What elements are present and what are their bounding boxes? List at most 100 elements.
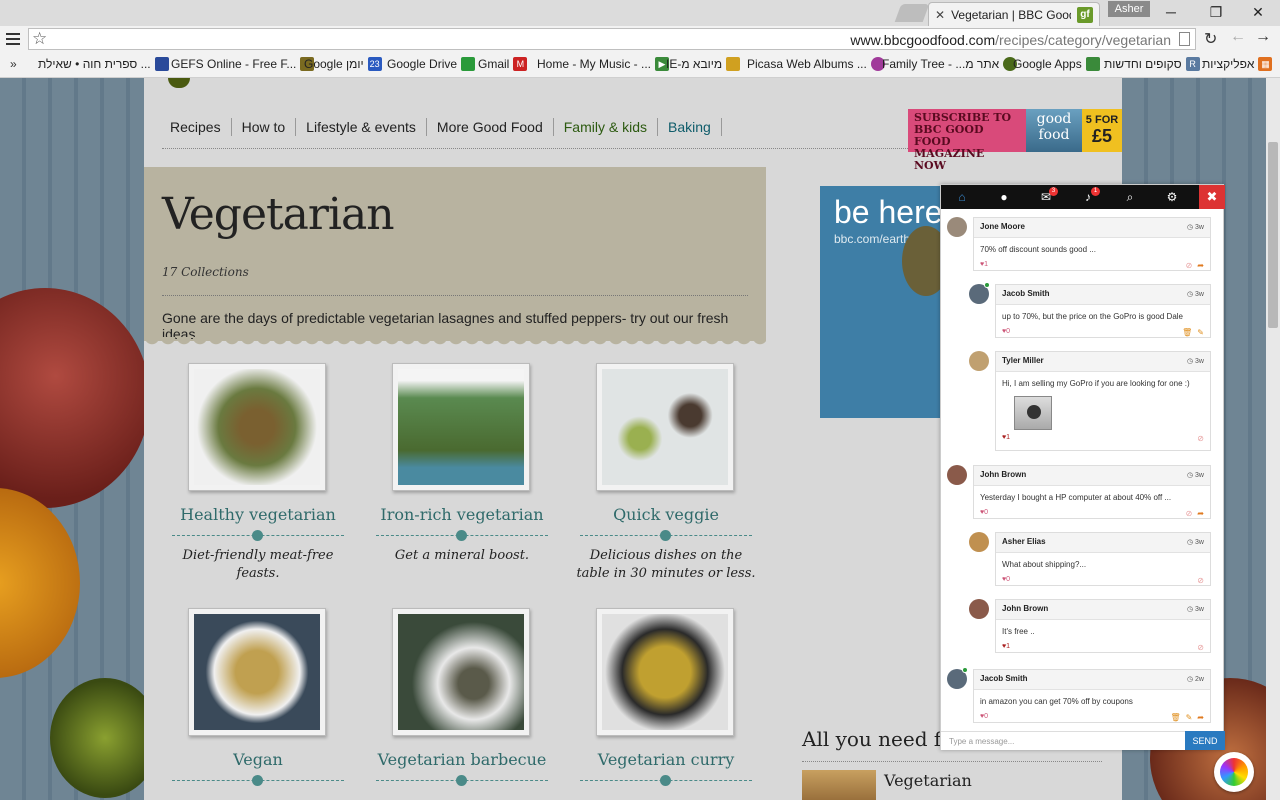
collection-image[interactable] — [188, 363, 326, 491]
share-icon[interactable]: ➦ — [1197, 713, 1204, 722]
like-button[interactable]: ♥0 — [1002, 328, 1010, 335]
scrollbar-thumb[interactable] — [1268, 142, 1278, 328]
site-logo[interactable] — [168, 78, 190, 88]
bookmark-item[interactable]: Home - My Music - ... ▶ — [537, 57, 670, 71]
sidebar-thumbnail[interactable] — [802, 770, 876, 800]
ban-icon[interactable]: ⊘ — [1186, 509, 1193, 518]
nav-more-good-food[interactable]: More Good Food — [427, 118, 554, 136]
collection-image[interactable] — [392, 363, 530, 491]
ban-icon[interactable]: ⊘ — [1197, 434, 1204, 443]
attached-image[interactable] — [1014, 396, 1052, 430]
message-author[interactable]: Jacob Smith — [980, 674, 1028, 683]
like-button[interactable]: ♥0 — [980, 713, 988, 720]
avatar[interactable] — [947, 667, 968, 689]
collection-title[interactable]: Quick veggie — [568, 505, 764, 524]
close-window-button[interactable]: ✕ — [1243, 2, 1273, 22]
bookmark-item[interactable]: Gmail M — [478, 57, 528, 71]
collection-title[interactable]: Iron-rich vegetarian — [364, 505, 560, 524]
chat-icon[interactable]: ✉ 3 — [1025, 185, 1067, 209]
search-icon[interactable]: ⌕ — [1109, 185, 1151, 209]
ban-icon[interactable]: ⊘ — [1197, 643, 1204, 652]
avatar[interactable] — [947, 217, 967, 237]
bookmark-item[interactable]: ספרית חוה • שאילת ... — [38, 57, 169, 71]
collection-title[interactable]: Vegetarian curry — [568, 750, 764, 769]
avatar[interactable] — [969, 532, 989, 552]
chat-messages[interactable]: Jone Moore ◷ 3w 70% off discount sounds go… — [941, 209, 1225, 727]
send-button[interactable]: SEND — [1185, 731, 1225, 750]
nav-recipes[interactable]: Recipes — [162, 118, 232, 136]
nav-baking[interactable]: Baking — [658, 118, 722, 136]
bookmark-item[interactable]: Picasa Web Albums ... — [747, 57, 885, 71]
collection-title[interactable]: Healthy vegetarian — [160, 505, 356, 524]
trash-icon[interactable]: 🗑 — [1170, 713, 1180, 722]
tab-close-icon[interactable]: ✕ — [935, 8, 945, 22]
forward-icon[interactable]: → — [1255, 28, 1271, 46]
bookmarks-bar: » ספרית חוה • שאילת ... GEFS Online - Fr… — [0, 52, 1280, 78]
new-tab-button[interactable] — [894, 4, 930, 22]
message-author[interactable]: John Brown — [1002, 604, 1048, 613]
collection-title[interactable]: Vegan — [160, 750, 356, 769]
edit-icon[interactable]: ✎ — [1197, 328, 1204, 337]
like-button[interactable]: ♥0 — [1002, 576, 1010, 583]
bookmark-item[interactable]: IE-מיובא מ — [666, 57, 741, 71]
page-scrollbar[interactable] — [1266, 78, 1280, 800]
nav-how-to[interactable]: How to — [232, 118, 297, 136]
bookmark-item[interactable]: Family Tree - ...אתר מ — [882, 57, 1018, 71]
message-author[interactable]: Jacob Smith — [1002, 289, 1050, 298]
nav-family-kids[interactable]: Family & kids — [554, 118, 658, 136]
like-button[interactable]: ♥0 — [980, 509, 988, 516]
bookmark-item[interactable]: אפליקציות ▦ — [1202, 57, 1273, 71]
user-icon[interactable]: ● — [983, 185, 1025, 209]
collection-image[interactable] — [188, 608, 326, 736]
share-icon[interactable]: ➦ — [1197, 509, 1204, 518]
menu-icon[interactable] — [6, 31, 20, 47]
profile-button[interactable]: Asher — [1108, 1, 1150, 17]
message-author[interactable]: Jone Moore — [980, 222, 1025, 231]
active-tab[interactable]: ✕ Vegetarian | BBC Good Fo gf — [928, 2, 1100, 26]
chat-launcher-button[interactable] — [1214, 752, 1254, 792]
collection-title[interactable]: Vegetarian barbecue — [364, 750, 560, 769]
bookmark-item[interactable]: Google Drive — [387, 57, 476, 71]
message-author[interactable]: Tyler Miller — [1002, 356, 1044, 365]
address-bar[interactable]: www.bbcgoodfood.com/recipes/category/veg… — [28, 28, 1196, 50]
avatar[interactable] — [969, 599, 989, 619]
message-header: John Brown ◷ 3w — [974, 466, 1210, 486]
message-author[interactable]: John Brown — [980, 470, 1026, 479]
like-button[interactable]: ♥1 — [1002, 643, 1010, 650]
url-text[interactable]: www.bbcgoodfood.com/recipes/category/veg… — [850, 32, 1171, 48]
avatar[interactable] — [969, 351, 989, 371]
message-input[interactable]: Type a message... — [941, 731, 1185, 750]
subscribe-promo[interactable]: Subscribe to BBC Good Food magazine now … — [908, 109, 1122, 172]
avatar[interactable] — [969, 282, 990, 304]
home-icon[interactable]: ⌂ — [941, 185, 983, 209]
bookmark-item[interactable]: Google Apps — [1013, 57, 1100, 71]
bell-icon[interactable]: ♪ 1 — [1067, 185, 1109, 209]
reload-icon[interactable]: ↻ — [1204, 29, 1217, 49]
bookmark-star-icon[interactable]: ☆ — [32, 29, 47, 49]
message-author[interactable]: Asher Elias — [1002, 537, 1046, 546]
avatar[interactable] — [947, 465, 967, 485]
like-button[interactable]: ♥1 — [980, 261, 988, 268]
share-icon[interactable]: ➦ — [1197, 261, 1204, 270]
sidebar-link[interactable]: Vegetarian — [884, 771, 972, 790]
collection-image[interactable] — [392, 608, 530, 736]
collection-image[interactable] — [596, 608, 734, 736]
collection-image[interactable] — [596, 363, 734, 491]
bookmark-item[interactable]: GEFS Online - Free F... — [171, 57, 315, 71]
close-icon[interactable]: ✖ — [1199, 185, 1225, 209]
ban-icon[interactable]: ⊘ — [1186, 261, 1193, 270]
advert-banner[interactable]: be here bbc.com/earth — [820, 186, 960, 418]
back-icon[interactable]: ← — [1230, 28, 1246, 46]
like-button[interactable]: ♥1 — [1002, 434, 1010, 441]
nav-lifestyle-events[interactable]: Lifestyle & events — [296, 118, 427, 136]
ban-icon[interactable]: ⊘ — [1197, 576, 1204, 585]
edit-icon[interactable]: ✎ — [1186, 713, 1193, 722]
trash-icon[interactable]: 🗑 — [1182, 328, 1192, 337]
bookmark-item[interactable]: Google יומן 23 — [304, 57, 382, 71]
bookmark-item[interactable]: סקופים וחדשות R — [1104, 57, 1200, 71]
gear-icon[interactable]: ⚙ — [1151, 185, 1193, 209]
page-info-icon[interactable] — [1179, 32, 1190, 46]
maximize-button[interactable]: ❐ — [1201, 2, 1231, 22]
more-bookmarks-icon[interactable]: » — [10, 57, 17, 71]
minimize-button[interactable]: ─ — [1156, 2, 1186, 22]
